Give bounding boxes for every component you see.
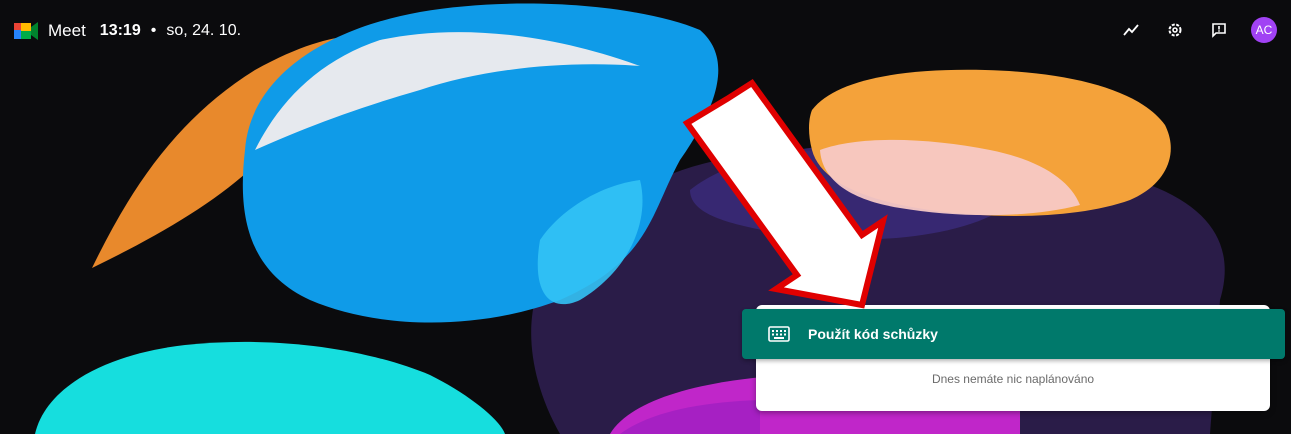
top-actions: AC (1101, 16, 1277, 44)
settings-icon[interactable] (1161, 16, 1189, 44)
brand: Meet 13:19 • so, 24. 10. (14, 18, 241, 44)
avatar[interactable]: AC (1251, 17, 1277, 43)
join-with-code-label: Použít kód schůzky (808, 326, 938, 342)
meet-logo-icon[interactable] (14, 20, 40, 42)
feedback-icon[interactable] (1205, 16, 1233, 44)
trending-icon[interactable] (1117, 16, 1145, 44)
no-meetings-message: Dnes nemáte nic naplánováno (931, 372, 1095, 386)
join-with-code-button[interactable]: Použít kód schůzky (742, 309, 1285, 359)
current-time: 13:19 (99, 22, 141, 39)
app-name: Meet (48, 21, 86, 40)
current-date: so, 24. 10. (166, 22, 242, 39)
keyboard-icon (768, 326, 790, 342)
top-bar: Meet 13:19 • so, 24. 10. AC (0, 0, 1291, 60)
meet-home-screen: Meet 13:19 • so, 24. 10. AC Použít kód s… (0, 0, 1291, 434)
time-date-separator: • (150, 22, 157, 39)
